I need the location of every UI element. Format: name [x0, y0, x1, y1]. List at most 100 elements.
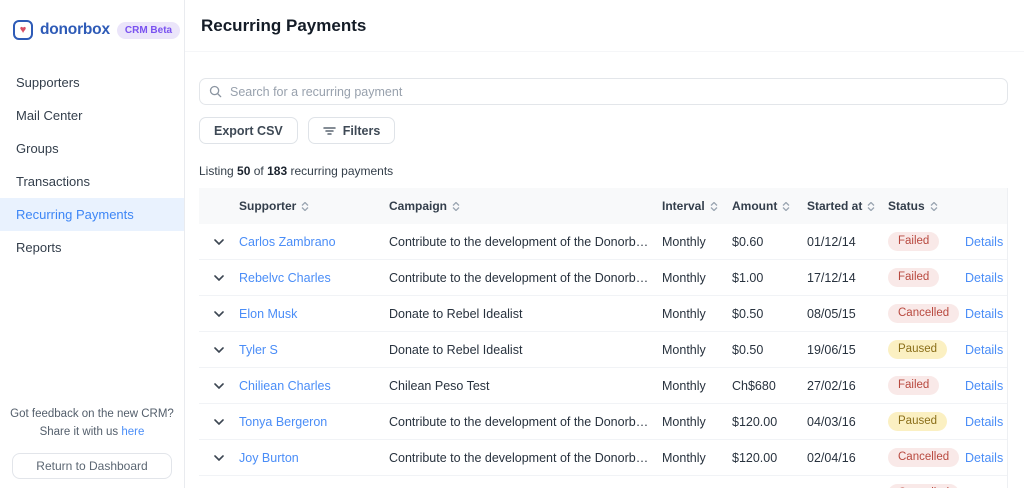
column-label: Campaign	[389, 199, 447, 213]
details-link[interactable]: Details	[965, 343, 1003, 357]
export-csv-button[interactable]: Export CSV	[199, 117, 298, 144]
row-expand-chevron-icon[interactable]	[212, 453, 226, 463]
column-header-campaign[interactable]: Campaign	[389, 199, 460, 213]
page-title: Recurring Payments	[201, 16, 366, 36]
listing-summary: Listing 50 of 183 recurring payments	[199, 164, 1008, 178]
sort-icon	[782, 202, 790, 211]
brand-name: donorbox	[40, 21, 110, 39]
search-bar	[199, 78, 1008, 105]
supporter-link[interactable]: Tonya Bergeron	[239, 415, 327, 429]
started-at-cell: 27/02/16	[807, 379, 888, 393]
sort-icon	[452, 202, 460, 211]
table-row: Susan White Contribute to the developmen…	[199, 476, 1007, 488]
listing-shown-count: 50	[237, 164, 250, 178]
amount-cell: Ch$680	[732, 379, 807, 393]
supporter-link[interactable]: Joy Burton	[239, 451, 299, 465]
supporter-link[interactable]: Tyler S	[239, 343, 278, 357]
sort-icon	[301, 202, 309, 211]
content-area: Export CSV Filters Listing 50 of 183 rec…	[185, 52, 1024, 488]
campaign-cell: Donate to Rebel Idealist	[389, 307, 662, 321]
details-link[interactable]: Details	[965, 415, 1003, 429]
column-header-supporter[interactable]: Supporter	[239, 199, 309, 213]
campaign-cell: Contribute to the development of the Don…	[389, 271, 662, 285]
amount-cell: $0.50	[732, 307, 807, 321]
sort-icon	[710, 202, 718, 211]
amount-cell: $120.00	[732, 451, 807, 465]
amount-cell: $0.50	[732, 343, 807, 357]
campaign-cell: Donate to Rebel Idealist	[389, 343, 662, 357]
table-row: Rebelvc Charles Contribute to the develo…	[199, 260, 1007, 296]
export-csv-label: Export CSV	[214, 124, 283, 138]
supporter-link[interactable]: Elon Musk	[239, 307, 297, 321]
table-row: Tyler S Donate to Rebel Idealist Monthly…	[199, 332, 1007, 368]
row-expand-chevron-icon[interactable]	[212, 381, 226, 391]
sidebar-item-groups[interactable]: Groups	[0, 132, 184, 165]
status-badge: Failed	[888, 232, 939, 252]
sort-icon	[867, 202, 875, 211]
listing-suffix: recurring payments	[290, 164, 393, 178]
sidebar: ♥ donorbox CRM Beta Supporters Mail Cent…	[0, 0, 185, 488]
amount-cell: $1.00	[732, 271, 807, 285]
listing-of: of	[254, 164, 264, 178]
sidebar-item-reports[interactable]: Reports	[0, 231, 184, 264]
details-link[interactable]: Details	[965, 307, 1003, 321]
return-to-dashboard-button[interactable]: Return to Dashboard	[12, 453, 172, 479]
details-link[interactable]: Details	[965, 235, 1003, 249]
details-link[interactable]: Details	[965, 379, 1003, 393]
filters-button[interactable]: Filters	[308, 117, 396, 144]
donorbox-heart-icon: ♥	[13, 20, 33, 40]
interval-cell: Monthly	[662, 415, 732, 429]
column-header-started-at[interactable]: Started at	[807, 199, 875, 213]
interval-cell: Monthly	[662, 307, 732, 321]
table-row: Tonya Bergeron Contribute to the develop…	[199, 404, 1007, 440]
interval-cell: Monthly	[662, 379, 732, 393]
page-header: Recurring Payments	[185, 0, 1024, 52]
search-input[interactable]	[199, 78, 1008, 105]
started-at-cell: 04/03/16	[807, 415, 888, 429]
amount-cell: $0.60	[732, 235, 807, 249]
column-header-status[interactable]: Status	[888, 199, 938, 213]
column-header-amount[interactable]: Amount	[732, 199, 790, 213]
status-badge: Cancelled	[888, 484, 959, 488]
column-label: Interval	[662, 199, 705, 213]
supporter-link[interactable]: Carlos Zambrano	[239, 235, 336, 249]
supporter-link[interactable]: Rebelvc Charles	[239, 271, 331, 285]
listing-total-count: 183	[267, 164, 287, 178]
crm-beta-badge: CRM Beta	[117, 22, 180, 39]
details-link[interactable]: Details	[965, 451, 1003, 465]
table-row: Joy Burton Contribute to the development…	[199, 440, 1007, 476]
started-at-cell: 02/04/16	[807, 451, 888, 465]
started-at-cell: 17/12/14	[807, 271, 888, 285]
row-expand-chevron-icon[interactable]	[212, 273, 226, 283]
sidebar-nav: Supporters Mail Center Groups Transactio…	[0, 66, 184, 264]
feedback-line2: Share it with us	[40, 426, 119, 438]
sidebar-item-supporters[interactable]: Supporters	[0, 66, 184, 99]
brand-logo[interactable]: ♥ donorbox CRM Beta	[0, 0, 184, 40]
recurring-payments-table: Supporter Campaign Interval Amount Start…	[199, 188, 1008, 488]
sidebar-item-recurring-payments[interactable]: Recurring Payments	[0, 198, 184, 231]
started-at-cell: 08/05/15	[807, 307, 888, 321]
feedback-here-link[interactable]: here	[121, 426, 144, 438]
interval-cell: Monthly	[662, 343, 732, 357]
details-link[interactable]: Details	[965, 271, 1003, 285]
column-label: Started at	[807, 199, 862, 213]
search-icon	[209, 85, 222, 98]
table-header-row: Supporter Campaign Interval Amount Start…	[199, 188, 1007, 224]
row-expand-chevron-icon[interactable]	[212, 345, 226, 355]
supporter-link[interactable]: Chiliean Charles	[239, 379, 331, 393]
row-expand-chevron-icon[interactable]	[212, 309, 226, 319]
row-expand-chevron-icon[interactable]	[212, 417, 226, 427]
campaign-cell: Contribute to the development of the Don…	[389, 451, 662, 465]
sidebar-item-mail-center[interactable]: Mail Center	[0, 99, 184, 132]
started-at-cell: 19/06/15	[807, 343, 888, 357]
sidebar-item-transactions[interactable]: Transactions	[0, 165, 184, 198]
column-header-interval[interactable]: Interval	[662, 199, 718, 213]
started-at-cell: 01/12/14	[807, 235, 888, 249]
amount-cell: $120.00	[732, 415, 807, 429]
status-badge: Failed	[888, 376, 939, 396]
sort-icon	[930, 202, 938, 211]
row-expand-chevron-icon[interactable]	[212, 237, 226, 247]
interval-cell: Monthly	[662, 271, 732, 285]
sidebar-footer: Got feedback on the new CRM? Share it wi…	[0, 406, 184, 479]
column-label: Supporter	[239, 199, 296, 213]
